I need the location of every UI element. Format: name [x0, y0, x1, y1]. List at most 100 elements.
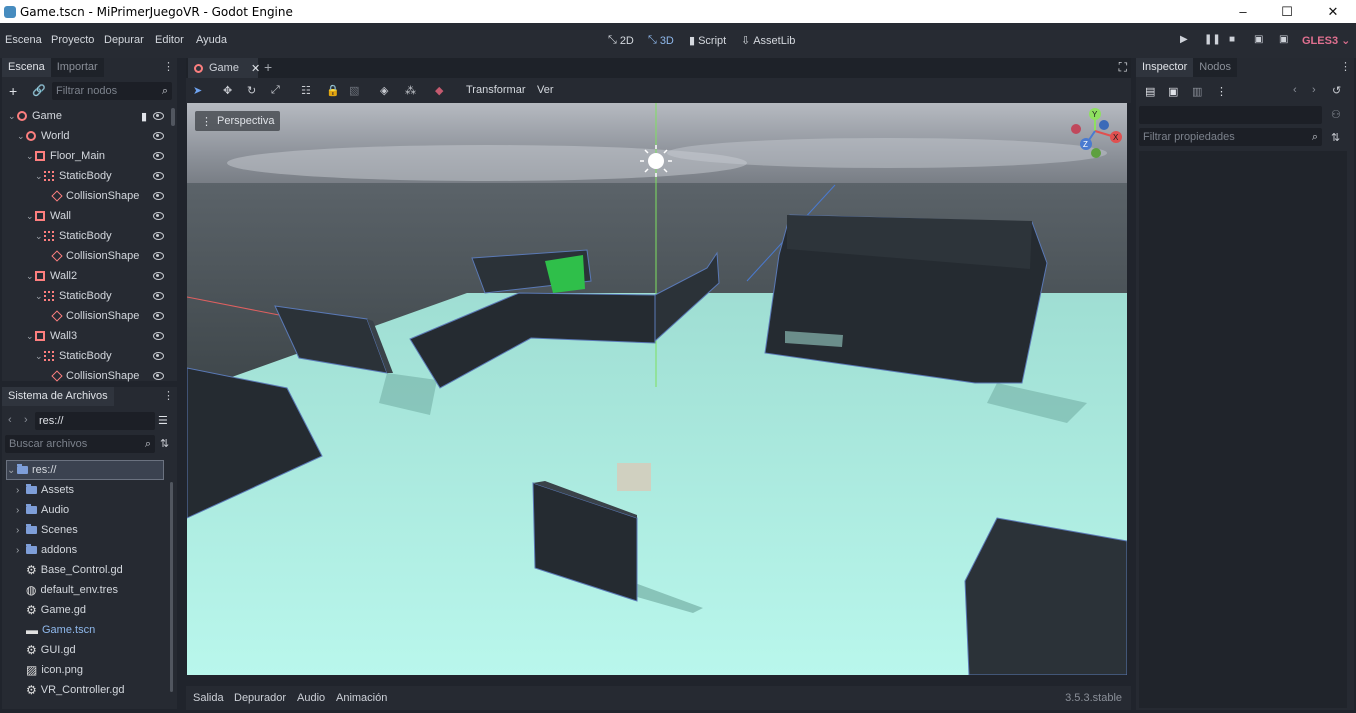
snap-icon[interactable]: ⁂	[405, 84, 416, 97]
menu-proyecto[interactable]: Proyecto	[51, 34, 94, 46]
split-view-icon[interactable]: ☰	[158, 414, 168, 427]
forward-icon[interactable]: ›	[24, 414, 28, 426]
object-properties-icon[interactable]: ⚇	[1331, 108, 1341, 121]
visibility-eye-icon[interactable]	[153, 172, 164, 180]
file-item[interactable]: ◍ default_env.tres	[16, 580, 118, 600]
close-tab-icon[interactable]: ✕	[251, 62, 260, 75]
maximize-button[interactable]: ☐	[1264, 0, 1310, 23]
play-icon[interactable]: ▶	[1180, 34, 1188, 45]
expand-arrow-icon[interactable]: ⌄	[26, 271, 35, 282]
tab-filesystem[interactable]: Sistema de Archivos	[2, 387, 114, 406]
expand-arrow-icon[interactable]: ⌄	[35, 351, 44, 362]
group-icon[interactable]: ▧	[349, 84, 359, 97]
list-select-icon[interactable]: ☷	[301, 84, 311, 97]
close-button[interactable]: ✕	[1310, 0, 1356, 23]
menu-ver[interactable]: Ver	[537, 84, 554, 96]
file-item[interactable]: ⚙ VR_Controller.gd	[16, 680, 125, 700]
file-item[interactable]: ▨ icon.png	[16, 660, 83, 680]
expand-arrow-icon[interactable]: ›	[16, 485, 26, 496]
visibility-eye-icon[interactable]	[153, 272, 164, 280]
filter-properties-input[interactable]: Filtrar propiedades ⌕	[1139, 128, 1322, 146]
expand-arrow-icon[interactable]: ⌄	[35, 291, 44, 302]
file-item[interactable]: ⚙ GUI.gd	[16, 640, 76, 660]
filter-nodes-input[interactable]: Filtrar nodos ⌕	[52, 82, 172, 100]
scene-tree-node[interactable]: ⌄ Floor_Main	[8, 146, 172, 166]
scene-tree-node[interactable]: ⌄ StaticBody	[8, 226, 172, 246]
play-scene-icon[interactable]: ▣	[1254, 34, 1263, 45]
object-path-field[interactable]	[1139, 106, 1322, 124]
scene-tree-node[interactable]: ⌄ Game ▮	[8, 106, 172, 126]
file-item[interactable]: ⚙ Base_Control.gd	[16, 560, 123, 580]
dock-menu-icon[interactable]: ⋮	[163, 389, 174, 402]
scene-tree-node[interactable]: CollisionShape	[8, 366, 172, 386]
path-field[interactable]: res://	[35, 412, 155, 430]
dock-menu-icon[interactable]: ⋮	[1340, 60, 1351, 73]
visibility-eye-icon[interactable]	[153, 292, 164, 300]
menu-depurar[interactable]: Depurar	[104, 34, 144, 46]
scene-tree-node[interactable]: ⌄ Wall3	[8, 326, 172, 346]
inspector-menu-icon[interactable]: ⋮	[1216, 85, 1227, 98]
mode-assetlib-button[interactable]: ⇩ AssetLib	[741, 34, 795, 48]
stop-icon[interactable]: ■	[1229, 34, 1235, 45]
distraction-free-icon[interactable]: ⛶	[1119, 60, 1127, 75]
tab-escena[interactable]: Escena	[2, 58, 51, 77]
visibility-eye-icon[interactable]	[153, 232, 164, 240]
mode-script-button[interactable]: ▮ Script	[689, 34, 726, 48]
expand-arrow-icon[interactable]: ›	[16, 545, 26, 556]
renderer-select[interactable]: GLES3 ⌄	[1302, 34, 1350, 47]
scale-tool-icon[interactable]: ⤢	[271, 84, 280, 97]
dock-menu-icon[interactable]: ⋮	[163, 60, 174, 73]
file-item[interactable]: › addons	[16, 540, 77, 560]
expand-arrow-icon[interactable]: ⌄	[17, 131, 26, 142]
instance-scene-icon[interactable]: 🔗	[32, 84, 46, 97]
expand-arrow-icon[interactable]: ⌄	[26, 211, 35, 222]
expand-arrow-icon[interactable]: ⌄	[35, 231, 44, 242]
scene-tree-node[interactable]: ⌄ StaticBody	[8, 286, 172, 306]
expand-arrow-icon[interactable]: ⌄	[26, 331, 35, 342]
scene-tree-scrollbar[interactable]	[171, 108, 175, 126]
file-item[interactable]: › Audio	[16, 500, 69, 520]
visibility-eye-icon[interactable]	[153, 332, 164, 340]
history-icon[interactable]: ↺	[1332, 84, 1341, 97]
visibility-eye-icon[interactable]	[153, 372, 164, 380]
expand-arrow-icon[interactable]: ⌄	[8, 111, 17, 122]
file-item[interactable]: ▬ Game.tscn	[16, 620, 95, 640]
open-resource-icon[interactable]: ▣	[1168, 85, 1178, 98]
visibility-eye-icon[interactable]	[153, 352, 164, 360]
visibility-eye-icon[interactable]	[153, 252, 164, 260]
file-item[interactable]: › Assets	[16, 480, 74, 500]
menu-ayuda[interactable]: Ayuda	[196, 34, 227, 46]
rotate-tool-icon[interactable]: ↻	[247, 84, 256, 97]
mode-2d-button[interactable]: ⤡ 2D	[608, 34, 634, 47]
expand-arrow-icon[interactable]: ›	[16, 505, 26, 516]
scene-tree-node[interactable]: CollisionShape	[8, 246, 172, 266]
3d-viewport[interactable]: Y X Z ⋮ Perspectiva	[187, 103, 1127, 675]
history-forward-icon[interactable]: ›	[1312, 84, 1316, 96]
tab-animacion[interactable]: Animación	[336, 692, 387, 704]
visibility-eye-icon[interactable]	[153, 312, 164, 320]
visibility-eye-icon[interactable]	[153, 112, 164, 120]
search-files-input[interactable]: Buscar archivos ⌕	[5, 435, 155, 453]
sort-properties-icon[interactable]: ⇅	[1331, 131, 1340, 144]
scene-tree-node[interactable]: ⌄ StaticBody	[8, 346, 172, 366]
scene-tree-node[interactable]: ⌄ World	[8, 126, 172, 146]
tab-inspector[interactable]: Inspector	[1136, 58, 1194, 77]
visibility-eye-icon[interactable]	[153, 132, 164, 140]
expand-arrow-icon[interactable]: ⌄	[7, 465, 17, 476]
attached-script-icon[interactable]: ▮	[141, 110, 147, 123]
scene-tree-node[interactable]: ⌄ Wall	[8, 206, 172, 226]
scene-tree-node[interactable]: ⌄ StaticBody	[8, 166, 172, 186]
audio-gizmo[interactable]	[617, 463, 651, 491]
new-resource-icon[interactable]: ▤	[1145, 85, 1155, 98]
scene-tree-node[interactable]: CollisionShape	[8, 186, 172, 206]
expand-arrow-icon[interactable]: ›	[16, 525, 26, 536]
add-node-icon[interactable]: +	[9, 83, 17, 99]
tab-audio[interactable]: Audio	[297, 692, 325, 704]
menu-transformar[interactable]: Transformar	[466, 84, 526, 96]
menu-editor[interactable]: Editor	[155, 34, 184, 46]
move-tool-icon[interactable]: ✥	[223, 84, 232, 97]
perspective-menu[interactable]: ⋮ Perspectiva	[195, 111, 281, 131]
play-custom-scene-icon[interactable]: ▣	[1279, 34, 1288, 45]
light-gizmo[interactable]	[648, 153, 664, 169]
menu-escena[interactable]: Escena	[5, 34, 42, 46]
